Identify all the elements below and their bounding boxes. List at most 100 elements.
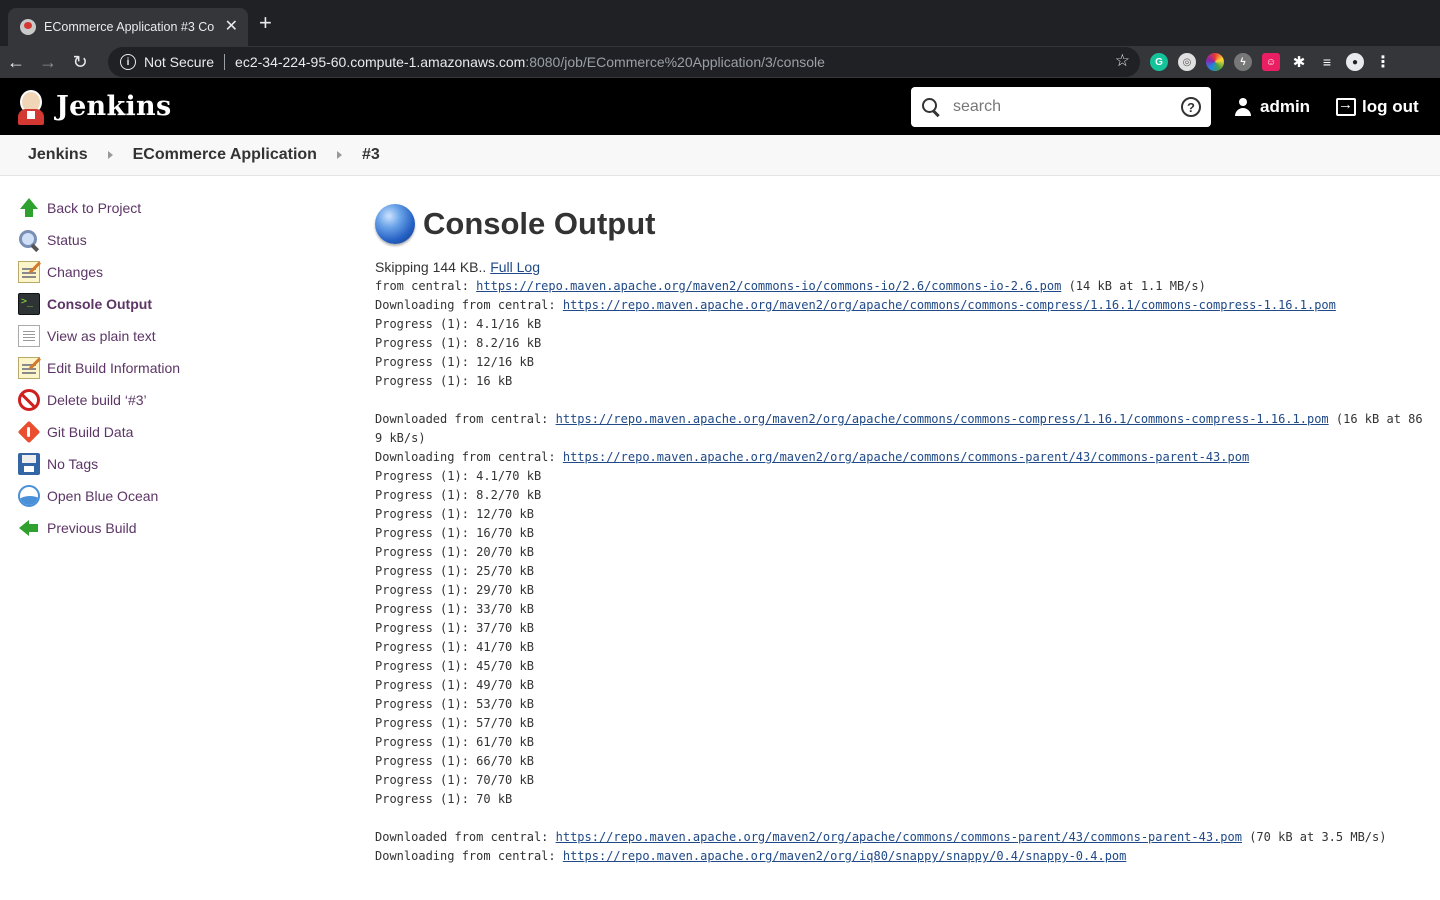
console-artifact-link[interactable]: https://repo.maven.apache.org/maven2/org… (563, 450, 1249, 464)
back-icon[interactable]: ← (0, 46, 32, 78)
forward-icon[interactable]: → (32, 46, 64, 78)
console-artifact-link[interactable]: https://repo.maven.apache.org/maven2/com… (476, 279, 1061, 293)
reload-icon[interactable]: ↻ (64, 46, 96, 78)
browser-tab[interactable]: ECommerce Application #3 Co ✕ (8, 8, 248, 46)
breadcrumb-chevron-icon[interactable] (107, 151, 113, 159)
console-text: (14 kB at 1.1 MB/s) (1061, 279, 1206, 293)
breadcrumb-build[interactable]: #3 (362, 146, 380, 164)
sidebar-item-back-to-project[interactable]: Back to Project (18, 192, 338, 224)
sidebar-item-no-tags[interactable]: No Tags (18, 448, 338, 480)
full-log-link[interactable]: Full Log (490, 259, 540, 275)
puzzle-extensions-icon[interactable]: ✱ (1290, 53, 1308, 71)
console-text: Downloading from central: (375, 298, 563, 312)
new-tab-icon[interactable]: + (259, 12, 272, 34)
console-line: Progress (1): 16 kB (375, 372, 1425, 391)
console-line: Progress (1): 45/70 kB (375, 657, 1425, 676)
search-box: ? (911, 87, 1211, 127)
git-icon (18, 421, 40, 443)
bookmark-star-icon[interactable]: ☆ (1115, 51, 1130, 71)
console-line: Progress (1): 61/70 kB (375, 733, 1425, 752)
more-menu-icon[interactable]: ⋮ (1374, 53, 1392, 71)
console-line: Progress (1): 66/70 kB (375, 752, 1425, 771)
tab-title: ECommerce Application #3 Co (44, 20, 215, 34)
sidebar-item-label: Changes (47, 264, 104, 280)
sidebar-item-delete-build[interactable]: Delete build ‘#3’ (18, 384, 338, 416)
sidebar-item-label: Open Blue Ocean (47, 488, 159, 504)
tag-icon (18, 453, 40, 475)
console-artifact-link[interactable]: https://repo.maven.apache.org/maven2/org… (556, 412, 1329, 426)
help-icon[interactable]: ? (1181, 97, 1201, 117)
user-name: admin (1260, 96, 1311, 116)
logout-link[interactable]: log out (1336, 78, 1419, 135)
lightning-extension-icon[interactable]: ϟ (1234, 53, 1252, 71)
console-line: Progress (1): 20/70 kB (375, 543, 1425, 562)
console-text: Progress (1): 41/70 kB (375, 640, 534, 654)
grammarly-extension-icon[interactable]: G (1150, 53, 1168, 71)
main-panel: Console Output Skipping 144 KB.. Full Lo… (375, 176, 1425, 866)
extensions-area: G ◎ ϟ ☺ ✱ ≡ ● ⋮ (1150, 46, 1392, 78)
not-secure-label: Not Secure (144, 54, 215, 70)
console-artifact-link[interactable]: https://repo.maven.apache.org/maven2/org… (563, 298, 1336, 312)
breadcrumb-jenkins[interactable]: Jenkins (28, 146, 88, 164)
console-artifact-link[interactable]: https://repo.maven.apache.org/maven2/org… (556, 830, 1242, 844)
jenkins-logo[interactable]: Jenkins (16, 87, 171, 125)
sidebar-item-previous-build[interactable]: Previous Build (18, 512, 338, 544)
address-bar[interactable]: i Not Secure ec2-34-224-95-60.compute-1.… (108, 47, 1140, 77)
extension-icon[interactable]: ◎ (1178, 53, 1196, 71)
color-picker-extension-icon[interactable] (1206, 53, 1224, 71)
console-artifact-link[interactable]: https://repo.maven.apache.org/maven2/org… (563, 849, 1127, 863)
document-icon (18, 325, 40, 347)
breadcrumb-project[interactable]: ECommerce Application (133, 146, 317, 164)
console-line: Progress (1): 53/70 kB (375, 695, 1425, 714)
console-text: Downloading from central: (375, 450, 563, 464)
profile-icon[interactable]: ● (1346, 53, 1364, 71)
console-line: Progress (1): 8.2/16 kB (375, 334, 1425, 353)
console-line: Progress (1): 29/70 kB (375, 581, 1425, 600)
notepad-icon (18, 261, 40, 283)
back-arrow-icon (18, 517, 40, 539)
sidebar-item-label: Delete build ‘#3’ (47, 392, 147, 408)
page-header: Console Output (375, 200, 1425, 248)
close-tab-icon[interactable]: ✕ (225, 19, 238, 35)
console-text: Progress (1): 33/70 kB (375, 602, 534, 616)
console-text: Downloaded from central: (375, 830, 556, 844)
sidebar-item-open-blue-ocean[interactable]: Open Blue Ocean (18, 480, 338, 512)
sidebar-item-console-output[interactable]: Console Output (18, 288, 338, 320)
sidebar-item-git-build-data[interactable]: Git Build Data (18, 416, 338, 448)
avatar-extension-icon[interactable]: ☺ (1262, 53, 1280, 71)
console-text: Progress (1): 70 kB (375, 792, 513, 806)
console-text: Progress (1): 4.1/70 kB (375, 469, 542, 483)
console-line: Progress (1): 25/70 kB (375, 562, 1425, 581)
search-input[interactable] (953, 98, 1181, 116)
console-text: Progress (1): 12/16 kB (375, 355, 534, 369)
sidebar-item-view-plain-text[interactable]: View as plain text (18, 320, 338, 352)
sidebar-item-edit-build-info[interactable]: Edit Build Information (18, 352, 338, 384)
console-text: Progress (1): 61/70 kB (375, 735, 534, 749)
console-text: Progress (1): 45/70 kB (375, 659, 534, 673)
console-text: Progress (1): 29/70 kB (375, 583, 534, 597)
logout-icon (1336, 96, 1356, 116)
page-title: Console Output (423, 206, 656, 241)
sidebar-item-changes[interactable]: Changes (18, 256, 338, 288)
reading-list-icon[interactable]: ≡ (1318, 53, 1336, 71)
console-text: (70 kB at 3.5 MB/s) (1241, 830, 1387, 844)
console-line: Progress (1): 16/70 kB (375, 524, 1425, 543)
info-icon[interactable]: i (120, 54, 136, 70)
sidebar-item-status[interactable]: Status (18, 224, 338, 256)
console-text: Progress (1): 8.2/16 kB (375, 336, 542, 350)
console-line: Progress (1): 8.2/70 kB (375, 486, 1425, 505)
jenkins-favicon-icon (20, 19, 36, 35)
console-line: Progress (1): 37/70 kB (375, 619, 1425, 638)
console-text: Progress (1): 66/70 kB (375, 754, 534, 768)
console-text: Progress (1): 49/70 kB (375, 678, 534, 692)
console-line: Downloading from central: https://repo.m… (375, 448, 1425, 467)
console-text: Progress (1): 12/70 kB (375, 507, 534, 521)
skipping-notice: Skipping 144 KB.. Full Log (375, 258, 1425, 277)
console-line: Progress (1): 57/70 kB (375, 714, 1425, 733)
console-text: Progress (1): 25/70 kB (375, 564, 534, 578)
console-text: Progress (1): 4.1/16 kB (375, 317, 542, 331)
user-link[interactable]: admin (1234, 78, 1310, 135)
breadcrumb-chevron-icon[interactable] (336, 151, 342, 159)
